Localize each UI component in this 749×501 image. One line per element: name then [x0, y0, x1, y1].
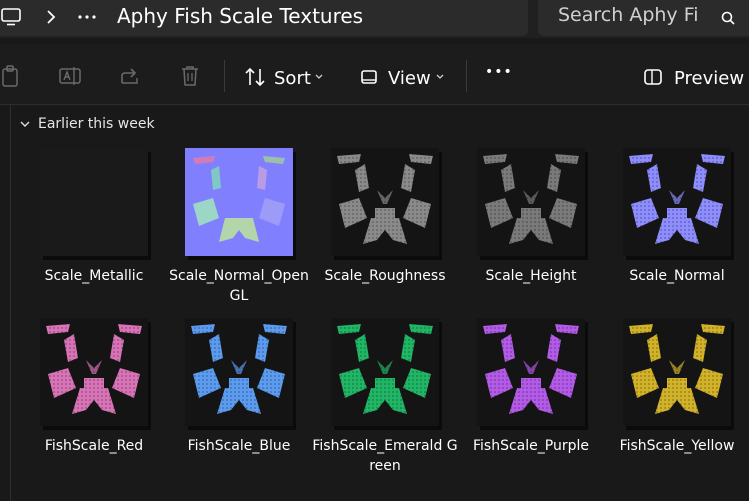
file-thumbnail[interactable] — [477, 148, 585, 256]
chevron-down-icon[interactable] — [435, 72, 445, 82]
file-name[interactable]: FishScale_Blue — [166, 436, 312, 456]
file-item[interactable]: Scale_Metallic — [21, 148, 167, 286]
file-item[interactable]: FishScale_Emerald Green — [312, 318, 458, 476]
file-name[interactable]: FishScale_Yellow — [604, 436, 749, 456]
file-name[interactable]: FishScale_Emerald Green — [312, 436, 458, 476]
address-bar[interactable]: Aphy Fish Scale Textures — [0, 0, 528, 36]
file-thumbnail[interactable] — [185, 318, 293, 426]
file-thumbnail[interactable] — [331, 148, 439, 256]
file-item[interactable]: FishScale_Red — [21, 318, 167, 456]
file-thumbnail[interactable] — [40, 318, 148, 426]
delete-icon[interactable] — [178, 64, 202, 88]
file-name[interactable]: FishScale_Purple — [458, 436, 604, 456]
navigation-pane-edge — [10, 105, 11, 501]
file-name[interactable]: FishScale_Red — [21, 436, 167, 456]
sort-button[interactable]: Sort — [274, 68, 311, 89]
file-name[interactable]: Scale_Height — [458, 266, 604, 286]
file-name[interactable]: Scale_Normal_OpenGL — [166, 266, 312, 306]
command-bar: Sort View ••• Preview — [0, 44, 749, 105]
search-box[interactable]: Search Aphy Fi — [538, 0, 749, 36]
file-thumbnail[interactable] — [185, 148, 293, 256]
file-item[interactable]: Scale_Normal — [604, 148, 749, 286]
preview-button[interactable]: Preview — [674, 68, 744, 89]
view-icon[interactable] — [360, 68, 378, 86]
rename-icon[interactable] — [58, 64, 82, 88]
paste-icon[interactable] — [0, 64, 20, 88]
ellipsis-icon[interactable] — [75, 6, 99, 28]
chevron-right-icon[interactable] — [40, 6, 62, 28]
folder-title[interactable]: Aphy Fish Scale Textures — [117, 4, 363, 28]
search-input[interactable]: Search Aphy Fi — [558, 4, 708, 26]
file-item[interactable]: Scale_Normal_OpenGL — [166, 148, 312, 306]
file-name[interactable]: Scale_Normal — [604, 266, 749, 286]
preview-pane-icon[interactable] — [643, 68, 663, 86]
file-item[interactable]: FishScale_Yellow — [604, 318, 749, 456]
toolbar-divider — [224, 60, 225, 92]
chevron-down-icon[interactable] — [314, 72, 324, 82]
toolbar-divider — [466, 60, 467, 92]
title-bar: Aphy Fish Scale Textures Search Aphy Fi — [0, 0, 749, 38]
chevron-down-icon[interactable] — [20, 120, 30, 128]
search-icon[interactable] — [718, 8, 738, 28]
file-name[interactable]: Scale_Metallic — [21, 266, 167, 286]
monitor-icon[interactable] — [0, 6, 22, 28]
file-name[interactable]: Scale_Roughness — [312, 266, 458, 286]
file-item[interactable]: FishScale_Purple — [458, 318, 604, 456]
file-item[interactable]: FishScale_Blue — [166, 318, 312, 456]
sort-icon[interactable] — [244, 66, 266, 88]
file-thumbnail[interactable] — [623, 148, 731, 256]
file-thumbnail[interactable] — [331, 318, 439, 426]
share-icon[interactable] — [118, 64, 142, 88]
file-thumbnail[interactable] — [477, 318, 585, 426]
file-item[interactable]: Scale_Roughness — [312, 148, 458, 286]
file-thumbnail[interactable] — [40, 148, 148, 256]
file-thumbnail[interactable] — [623, 318, 731, 426]
file-item[interactable]: Scale_Height — [458, 148, 604, 286]
group-label: Earlier this week — [38, 116, 155, 132]
more-options-button[interactable]: ••• — [485, 64, 513, 80]
group-header[interactable]: Earlier this week — [20, 116, 155, 132]
view-button[interactable]: View — [388, 68, 431, 89]
